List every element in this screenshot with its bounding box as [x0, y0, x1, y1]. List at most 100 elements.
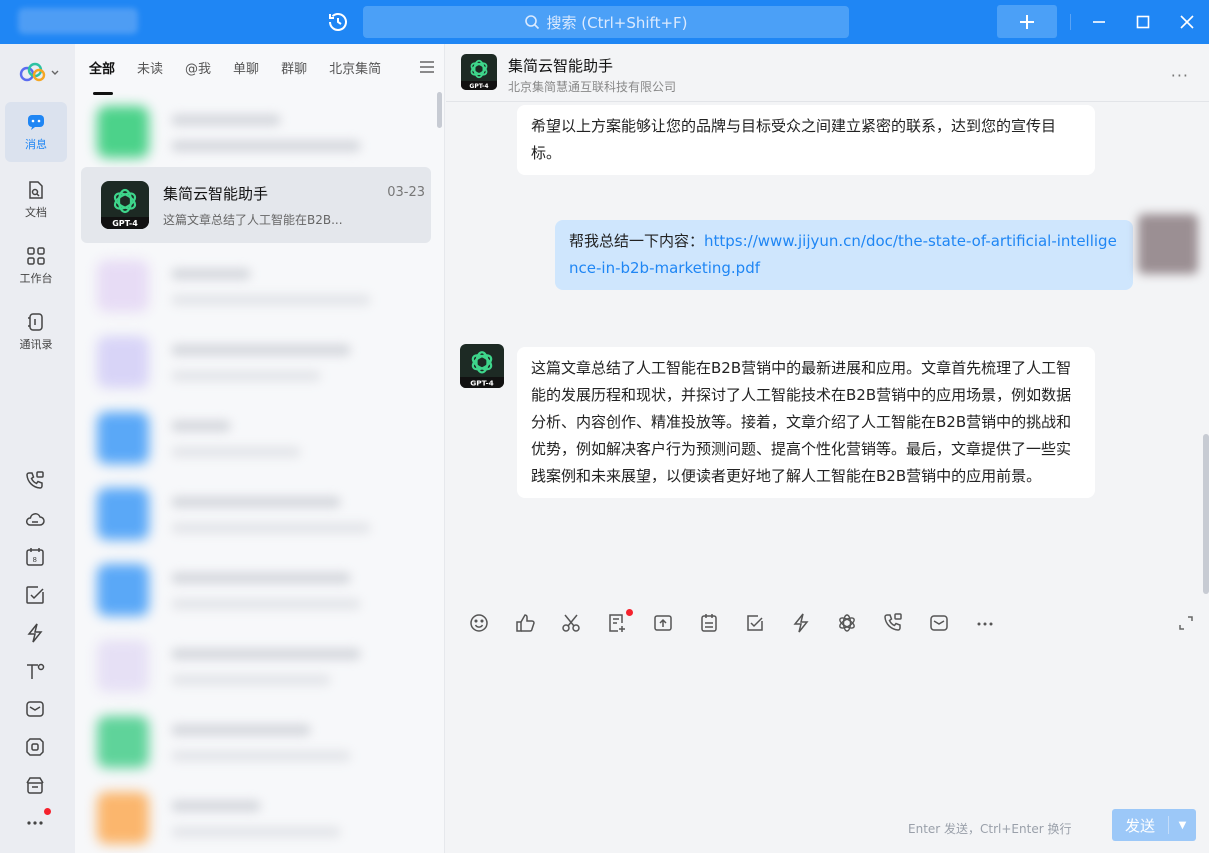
- blurred-text: [171, 750, 351, 762]
- svg-text:GPT-4: GPT-4: [112, 219, 138, 228]
- openai-logo-icon: GPT-4: [461, 59, 497, 90]
- menu-icon[interactable]: [418, 58, 436, 76]
- message-text: 帮我总结一下内容：: [569, 232, 705, 250]
- list-item[interactable]: [81, 552, 431, 628]
- task-icon[interactable]: [24, 584, 46, 606]
- list-item[interactable]: [81, 780, 431, 853]
- lightning-icon[interactable]: [24, 622, 46, 644]
- conversation-filter-tabs: 全部 未读 @我 单聊 群聊 北京集简: [89, 58, 444, 95]
- send-button[interactable]: 发送 ▼: [1112, 809, 1196, 841]
- create-button[interactable]: [997, 5, 1057, 38]
- send-label: 发送: [1124, 816, 1155, 835]
- rail-item-label: 文档: [25, 206, 47, 219]
- blurred-text: [171, 724, 311, 736]
- mail-icon[interactable]: [928, 612, 950, 634]
- doc-add-icon[interactable]: [606, 612, 628, 634]
- tab-unread[interactable]: 未读: [137, 58, 163, 86]
- avatar: [97, 564, 149, 616]
- rail-item-workbench[interactable]: 工作台: [5, 236, 67, 296]
- keyboard-hint: Enter 发送，Ctrl+Enter 换行: [908, 822, 1072, 836]
- more-options-icon[interactable]: ···: [1171, 66, 1189, 85]
- list-item[interactable]: [81, 628, 431, 704]
- conversation-date: 03-23: [387, 185, 425, 200]
- message-composer: Enter 发送，Ctrl+Enter 换行 发送 ▼: [446, 596, 1209, 853]
- tab-org[interactable]: 北京集简: [329, 58, 381, 86]
- global-search-input[interactable]: 搜索 (Ctrl+Shift+F): [363, 6, 849, 38]
- search-placeholder: 搜索 (Ctrl+Shift+F): [546, 13, 688, 32]
- thumbs-up-icon[interactable]: [514, 612, 536, 634]
- rail-item-documents[interactable]: 文档: [5, 170, 67, 230]
- chevron-down-icon[interactable]: ▼: [1169, 820, 1196, 831]
- blurred-text: [171, 674, 331, 686]
- history-icon[interactable]: [326, 10, 350, 34]
- mail-icon[interactable]: [24, 698, 46, 720]
- list-scrollbar[interactable]: [437, 92, 442, 128]
- list-item-active[interactable]: GPT-4 集简云智能助手 03-23 这篇文章总结了人工智能在B2B...: [81, 167, 431, 243]
- list-item[interactable]: [81, 400, 431, 476]
- tab-direct[interactable]: 单聊: [233, 58, 259, 86]
- blurred-text: [171, 522, 371, 534]
- bot-avatar[interactable]: GPT-4: [460, 344, 504, 388]
- minimize-icon: [1093, 21, 1105, 23]
- close-button[interactable]: [1173, 8, 1201, 36]
- avatar: [97, 412, 149, 464]
- chat-subtitle: 北京集简慧通互联科技有限公司: [508, 80, 677, 94]
- list-item[interactable]: [81, 248, 431, 324]
- archive-icon[interactable]: [24, 774, 46, 796]
- mini-program-icon[interactable]: [24, 660, 46, 682]
- avatar: [97, 716, 149, 768]
- minimize-button[interactable]: [1085, 8, 1113, 36]
- rail-item-messages[interactable]: 消息: [5, 102, 67, 162]
- close-icon: [1180, 15, 1194, 29]
- chatgpt-icon[interactable]: [836, 612, 858, 634]
- tab-all[interactable]: 全部: [89, 58, 115, 95]
- app-logo-icon[interactable]: [18, 60, 60, 84]
- rail-item-label: 工作台: [19, 272, 53, 285]
- rail-item-contacts[interactable]: 通讯录: [5, 302, 67, 362]
- my-avatar[interactable]: [1138, 214, 1198, 274]
- phone-icon[interactable]: [24, 470, 46, 492]
- title-bar: 搜索 (Ctrl+Shift+F): [0, 0, 1209, 44]
- user-info-blurred: [18, 8, 138, 34]
- svg-text:GPT-4: GPT-4: [470, 378, 493, 387]
- emoji-icon[interactable]: [468, 612, 490, 634]
- chat-avatar[interactable]: GPT-4: [461, 54, 497, 90]
- list-item[interactable]: [81, 704, 431, 780]
- blurred-text: [171, 446, 301, 458]
- tab-mentions[interactable]: @我: [185, 58, 211, 86]
- message-text: 希望以上方案能够让您的品牌与目标受众之间建立紧密的联系，达到您的宣传目标。: [531, 117, 1057, 162]
- list-item[interactable]: [81, 324, 431, 400]
- rail-item-label: 通讯录: [19, 338, 53, 351]
- more-icon[interactable]: [974, 612, 996, 634]
- list-item[interactable]: [81, 476, 431, 552]
- phone-icon[interactable]: [882, 612, 904, 634]
- blurred-text: [171, 598, 361, 610]
- gpt-avatar: GPT-4: [101, 181, 149, 229]
- blurred-text: [171, 114, 281, 126]
- bot-message: 这篇文章总结了人工智能在B2B营销中的最新进展和应用。文章首先梳理了人工智能的发…: [517, 347, 1095, 498]
- meeting-icon[interactable]: [24, 736, 46, 758]
- avatar: [97, 336, 149, 388]
- plus-icon: [1020, 14, 1034, 29]
- upload-icon[interactable]: [652, 612, 674, 634]
- list-item[interactable]: [81, 94, 431, 170]
- search-icon: [525, 15, 540, 30]
- tab-overflow-fade: [393, 54, 415, 76]
- chat-scrollbar[interactable]: [1203, 434, 1209, 594]
- more-icon[interactable]: [24, 810, 46, 832]
- calendar-icon[interactable]: 8: [24, 546, 46, 568]
- notification-dot: [44, 808, 51, 815]
- maximize-button[interactable]: [1129, 8, 1157, 36]
- avatar: [97, 792, 149, 844]
- tab-groups[interactable]: 群聊: [281, 58, 307, 86]
- scissors-icon[interactable]: [560, 612, 582, 634]
- chat-panel: GPT-4 集简云智能助手 北京集简慧通互联科技有限公司 ··· 希望以上方案能…: [446, 44, 1209, 853]
- checkbox-icon[interactable]: [744, 612, 766, 634]
- expand-icon[interactable]: [1177, 614, 1195, 632]
- lightning-icon[interactable]: [790, 612, 812, 634]
- divider: [1070, 14, 1071, 30]
- clipboard-icon[interactable]: [698, 612, 720, 634]
- avatar: [97, 488, 149, 540]
- my-message: 帮我总结一下内容：https://www.jijyun.cn/doc/the-s…: [555, 220, 1133, 290]
- cloud-icon[interactable]: [24, 508, 46, 530]
